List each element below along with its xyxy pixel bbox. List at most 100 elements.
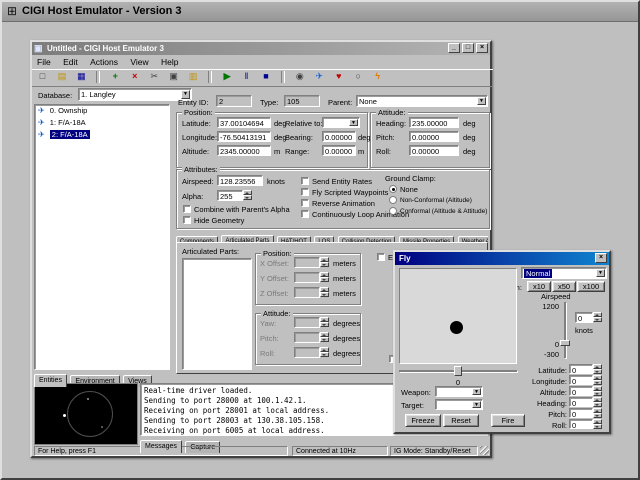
search-icon[interactable]: ○: [351, 70, 366, 84]
cut-icon[interactable]: ✂: [147, 70, 162, 84]
fly-roll-field[interactable]: 0: [569, 419, 593, 429]
fly-latitude-spinner[interactable]: [593, 364, 602, 375]
tree-item[interactable]: ✈ 0. Ownship: [35, 105, 169, 117]
fly-waypoints-checkbox[interactable]: [301, 188, 309, 196]
fly-close-button[interactable]: ×: [595, 253, 607, 263]
target-combobox[interactable]: ▼: [435, 399, 483, 410]
fly-longitude-field[interactable]: 0: [569, 375, 593, 385]
fly-mode-icon[interactable]: ✈: [312, 70, 327, 84]
fly-heading-spinner[interactable]: [593, 397, 602, 408]
app-titlebar[interactable]: ⊞ CIGI Host Emulator - Version 3: [2, 2, 638, 22]
part-roll-spinner[interactable]: [320, 347, 329, 358]
menu-edit[interactable]: Edit: [58, 56, 83, 69]
fly-airspeed-field[interactable]: 0: [575, 312, 593, 323]
menu-view[interactable]: View: [125, 56, 153, 69]
entity-type-field[interactable]: 105: [284, 95, 320, 107]
fly-airspeed-spinner[interactable]: [593, 312, 602, 323]
tree-item[interactable]: ✈ 1: F/A-18A: [35, 117, 169, 129]
hide-geometry-checkbox[interactable]: [183, 216, 191, 224]
pad-position-dot[interactable]: [450, 321, 463, 334]
range-field[interactable]: 0.00000: [322, 145, 356, 156]
capture-icon[interactable]: ◉: [292, 70, 307, 84]
entity-tree[interactable]: ✈ 0. Ownship ✈ 1: F/A-18A ✈ 2: F/A-18A: [34, 104, 170, 370]
roll-field[interactable]: 0.00000: [409, 145, 459, 156]
freeze-button[interactable]: Freeze: [405, 414, 441, 427]
precision-x100-button[interactable]: x100: [577, 281, 605, 292]
dropdown-arrow-icon[interactable]: ▼: [472, 401, 481, 408]
dropdown-arrow-icon[interactable]: ▼: [596, 269, 605, 277]
y-offset-spinner[interactable]: [320, 272, 329, 283]
fly-latitude-field[interactable]: 0: [569, 364, 593, 374]
close-button[interactable]: ×: [476, 43, 488, 53]
fly-altitude-spinner[interactable]: [593, 386, 602, 397]
clamp-none-radio[interactable]: [389, 185, 397, 193]
x-offset-field[interactable]: [294, 257, 320, 268]
combine-alpha-checkbox[interactable]: [183, 205, 191, 213]
new-icon[interactable]: □: [35, 70, 50, 84]
flash-icon[interactable]: ϟ: [370, 70, 385, 84]
save-icon[interactable]: ▦: [74, 70, 89, 84]
relative-to-combobox[interactable]: ▼: [322, 117, 360, 128]
airspeed-field[interactable]: 128.23556: [217, 175, 263, 186]
fly-titlebar[interactable]: Fly ×: [395, 252, 609, 265]
play-icon[interactable]: ▶: [220, 70, 235, 84]
pad-slider-thumb[interactable]: [454, 366, 462, 376]
articulated-parts-listbox[interactable]: [182, 258, 252, 370]
part-pitch-field[interactable]: [294, 332, 320, 343]
precision-x10-button[interactable]: x10: [527, 281, 551, 292]
z-offset-field[interactable]: [294, 287, 320, 298]
database-combobox[interactable]: 1. Langley ▼: [78, 88, 192, 101]
fly-altitude-field[interactable]: 0: [569, 386, 593, 396]
delete-entity-icon[interactable]: ×: [127, 70, 142, 84]
maximize-button[interactable]: □: [462, 43, 474, 53]
window-titlebar[interactable]: ▣ Untitled - CIGI Host Emulator 3 _ □ ×: [32, 42, 490, 55]
send-rates-checkbox[interactable]: [301, 177, 309, 185]
y-offset-field[interactable]: [294, 272, 320, 283]
tab-messages[interactable]: Messages: [140, 440, 182, 453]
fly-pitch-spinner[interactable]: [593, 408, 602, 419]
part-pitch-spinner[interactable]: [320, 332, 329, 343]
fly-heading-field[interactable]: 0: [569, 397, 593, 407]
fly-control-pad[interactable]: [399, 268, 517, 364]
stop-icon[interactable]: ■: [258, 70, 273, 84]
resize-grip[interactable]: [480, 446, 489, 455]
alpha-spinner[interactable]: [243, 190, 252, 201]
clamp-conformal-radio[interactable]: [389, 207, 397, 215]
clamp-nonconformal-radio[interactable]: [389, 196, 397, 204]
enable-part-checkbox[interactable]: [377, 253, 385, 261]
menu-help[interactable]: Help: [156, 56, 183, 69]
fly-longitude-spinner[interactable]: [593, 375, 602, 386]
copy-icon[interactable]: ▣: [166, 70, 181, 84]
longitude-field[interactable]: -76.50413191: [217, 131, 271, 142]
airspeed-slider-thumb[interactable]: [560, 340, 570, 346]
tab-articulated-parts[interactable]: Articulated Parts: [221, 235, 273, 242]
airspeed-slider-track[interactable]: [564, 302, 566, 358]
loop-animation-checkbox[interactable]: [301, 210, 309, 218]
fly-mode-combobox[interactable]: Normal ▼: [521, 267, 607, 279]
dropdown-arrow-icon[interactable]: ▼: [477, 97, 486, 105]
pause-icon[interactable]: ‖: [239, 70, 254, 84]
reverse-animation-checkbox[interactable]: [301, 199, 309, 207]
altitude-field[interactable]: 2345.00000: [217, 145, 271, 156]
menu-actions[interactable]: Actions: [85, 56, 123, 69]
menu-file[interactable]: File: [32, 56, 56, 69]
dropdown-arrow-icon[interactable]: ▼: [472, 388, 481, 395]
tab-entities[interactable]: Entities: [34, 374, 67, 387]
tree-item-selected[interactable]: ✈ 2: F/A-18A: [35, 129, 169, 141]
paste-icon[interactable]: ▥: [186, 70, 201, 84]
fire-button[interactable]: Fire: [491, 414, 525, 427]
pitch-field[interactable]: 0.00000: [409, 131, 459, 142]
part-roll-field[interactable]: [294, 347, 320, 358]
fly-roll-spinner[interactable]: [593, 419, 602, 430]
add-entity-icon[interactable]: +: [108, 70, 123, 84]
heart-icon[interactable]: ♥: [331, 70, 346, 84]
bearing-field[interactable]: 0.00000: [322, 131, 356, 142]
open-icon[interactable]: ▤: [54, 70, 69, 84]
parent-combobox[interactable]: None ▼: [356, 95, 488, 107]
fly-pitch-field[interactable]: 0: [569, 408, 593, 418]
alpha-field[interactable]: 255: [217, 190, 243, 201]
entity-id-field[interactable]: 2: [216, 95, 252, 107]
precision-x50-button[interactable]: x50: [552, 281, 576, 292]
dropdown-arrow-icon[interactable]: ▼: [349, 119, 358, 126]
x-offset-spinner[interactable]: [320, 257, 329, 268]
